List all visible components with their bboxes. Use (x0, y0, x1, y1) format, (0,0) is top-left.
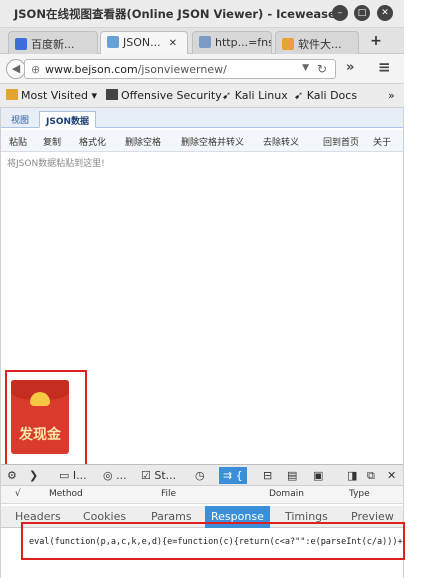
tab-label: 软件大... (298, 38, 342, 51)
kali-dragon-icon: ➹ (222, 89, 232, 102)
bookmarks-bar: Most Visited ▾ Offensive Security ➹ Kali… (0, 84, 404, 108)
col-file[interactable]: File (161, 489, 176, 499)
tab-strip: 百度新... JSON... ✕ http...=fns 软件大... + (0, 28, 404, 54)
bookmark-label: Kali Linux (234, 89, 288, 102)
minimize-icon[interactable]: – (332, 5, 348, 21)
tab-json-data[interactable]: JSON数据 (39, 111, 97, 128)
bookmark-label: Kali Docs (306, 89, 358, 102)
about-button[interactable]: 关于 (373, 135, 391, 148)
dock-icon[interactable]: ◨ (347, 469, 357, 482)
bookmark-kali-linux[interactable]: ➹ Kali Linux (222, 89, 288, 102)
bookmark-label: Most Visited (21, 89, 88, 102)
bookmarks-overflow-icon[interactable]: » (388, 89, 395, 102)
separate-window-icon[interactable]: ⧉ (367, 469, 375, 483)
copy-button[interactable]: 复制 (43, 135, 61, 148)
highlight-box-ad (5, 370, 87, 466)
window-titlebar: JSON在线视图查看器(Online JSON Viewer) - Icewea… (0, 0, 404, 28)
url-input[interactable]: ⊕ www.bejson.com/jsonviewernew/ ▼ ↻ (24, 59, 336, 79)
console-icon[interactable]: ❯ (29, 469, 38, 482)
bookmark-most-visited[interactable]: Most Visited ▾ (6, 89, 97, 102)
overflow-chevron-icon[interactable]: » (346, 60, 354, 75)
bookmark-label: Offensive Security (121, 89, 222, 102)
page-content: 视图 JSON数据 粘贴 复制 格式化 删除空格 删除空格并转义 去除转义 回到… (0, 108, 405, 578)
paste-button[interactable]: 粘贴 (9, 135, 27, 148)
tab-software[interactable]: 软件大... (275, 31, 359, 54)
baidu-favicon-icon (15, 38, 27, 50)
back-icon[interactable]: ◀ (6, 59, 26, 79)
kali-dragon-icon: ➹ (294, 89, 304, 102)
folder-icon (6, 89, 18, 100)
format-button[interactable]: 格式化 (79, 135, 106, 148)
unescape-button[interactable]: 去除转义 (263, 135, 299, 148)
tab-baidu[interactable]: 百度新... (8, 31, 98, 54)
reload-icon[interactable]: ↻ (317, 62, 327, 76)
software-favicon-icon (282, 38, 294, 50)
debugger-tab[interactable]: ◎ ... (103, 469, 127, 482)
close-tab-icon[interactable]: ✕ (169, 38, 177, 49)
network-columns: √ Method File Domain Type (1, 486, 403, 504)
viewer-toolbar: 粘贴 复制 格式化 删除空格 删除空格并转义 去除转义 回到首页 关于 (1, 130, 403, 152)
home-button[interactable]: 回到首页 (323, 135, 359, 148)
tab-label: JSON... (123, 36, 161, 49)
url-path: /jsonviewernew/ (137, 63, 227, 76)
new-tab-icon[interactable]: + (366, 32, 386, 52)
url-host: www.bejson.com (45, 63, 138, 76)
tab-label: http...=fns (215, 36, 272, 49)
col-method[interactable]: Method (49, 489, 83, 499)
globe-icon: ⊕ (31, 63, 41, 76)
inspector-tab[interactable]: ▭ I... (59, 469, 87, 482)
close-devtools-icon[interactable]: ✕ (387, 469, 396, 482)
scratchpad-icon[interactable]: ▤ (287, 469, 297, 482)
tab-http[interactable]: http...=fns (192, 31, 272, 54)
col-type[interactable]: Type (349, 489, 370, 499)
devtools-toolbar: ⚙ ❯ ▭ I... ◎ ... ☑ St... ◷ ⇉ { ⊟ ▤ ▣ ◨ ⧉… (1, 464, 403, 486)
debugger-label: ... (116, 469, 127, 482)
network-tab[interactable]: ⇉ { (219, 467, 247, 484)
style-editor-tab[interactable]: ☑ St... (141, 469, 176, 482)
inspector-label: I... (72, 469, 87, 482)
navigation-bar: ◀ ⊕ www.bejson.com/jsonviewernew/ ▼ ↻ » … (0, 54, 404, 84)
col-domain[interactable]: Domain (269, 489, 304, 499)
remove-spaces-escape-button[interactable]: 删除空格并转义 (181, 135, 244, 148)
close-icon[interactable]: ✕ (377, 5, 393, 21)
style-editor-label: St... (154, 469, 177, 482)
menu-icon[interactable]: ≡ (378, 58, 391, 76)
viewer-tabs: 视图 JSON数据 (1, 108, 403, 128)
window-title: JSON在线视图查看器(Online JSON Viewer) - Icewea… (14, 7, 340, 21)
page-favicon-icon (199, 36, 211, 48)
col-status[interactable]: √ (15, 489, 21, 499)
bookmark-kali-docs[interactable]: ➹ Kali Docs (294, 89, 357, 102)
responsive-icon[interactable]: ⊟ (263, 469, 272, 482)
remove-spaces-button[interactable]: 删除空格 (125, 135, 161, 148)
performance-icon[interactable]: ◷ (195, 469, 205, 482)
maximize-icon[interactable]: □ (354, 5, 370, 21)
url-text: www.bejson.com/jsonviewernew/ (45, 63, 227, 76)
dropdown-arrow-icon[interactable]: ▼ (302, 63, 309, 73)
bookmark-offensive-security[interactable]: Offensive Security (106, 89, 222, 102)
tab-json[interactable]: JSON... ✕ (100, 31, 188, 54)
json-input-placeholder[interactable]: 将JSON数据粘贴到这里! (7, 156, 105, 169)
json-favicon-icon (107, 36, 119, 48)
offsec-icon (106, 89, 118, 100)
tab-view[interactable]: 视图 (5, 111, 35, 128)
highlight-box-response (21, 522, 405, 560)
settings-gear-icon[interactable]: ⚙ (7, 469, 17, 482)
screenshot-icon[interactable]: ▣ (313, 469, 323, 482)
network-label: { (235, 469, 243, 482)
tab-label: 百度新... (31, 38, 75, 51)
